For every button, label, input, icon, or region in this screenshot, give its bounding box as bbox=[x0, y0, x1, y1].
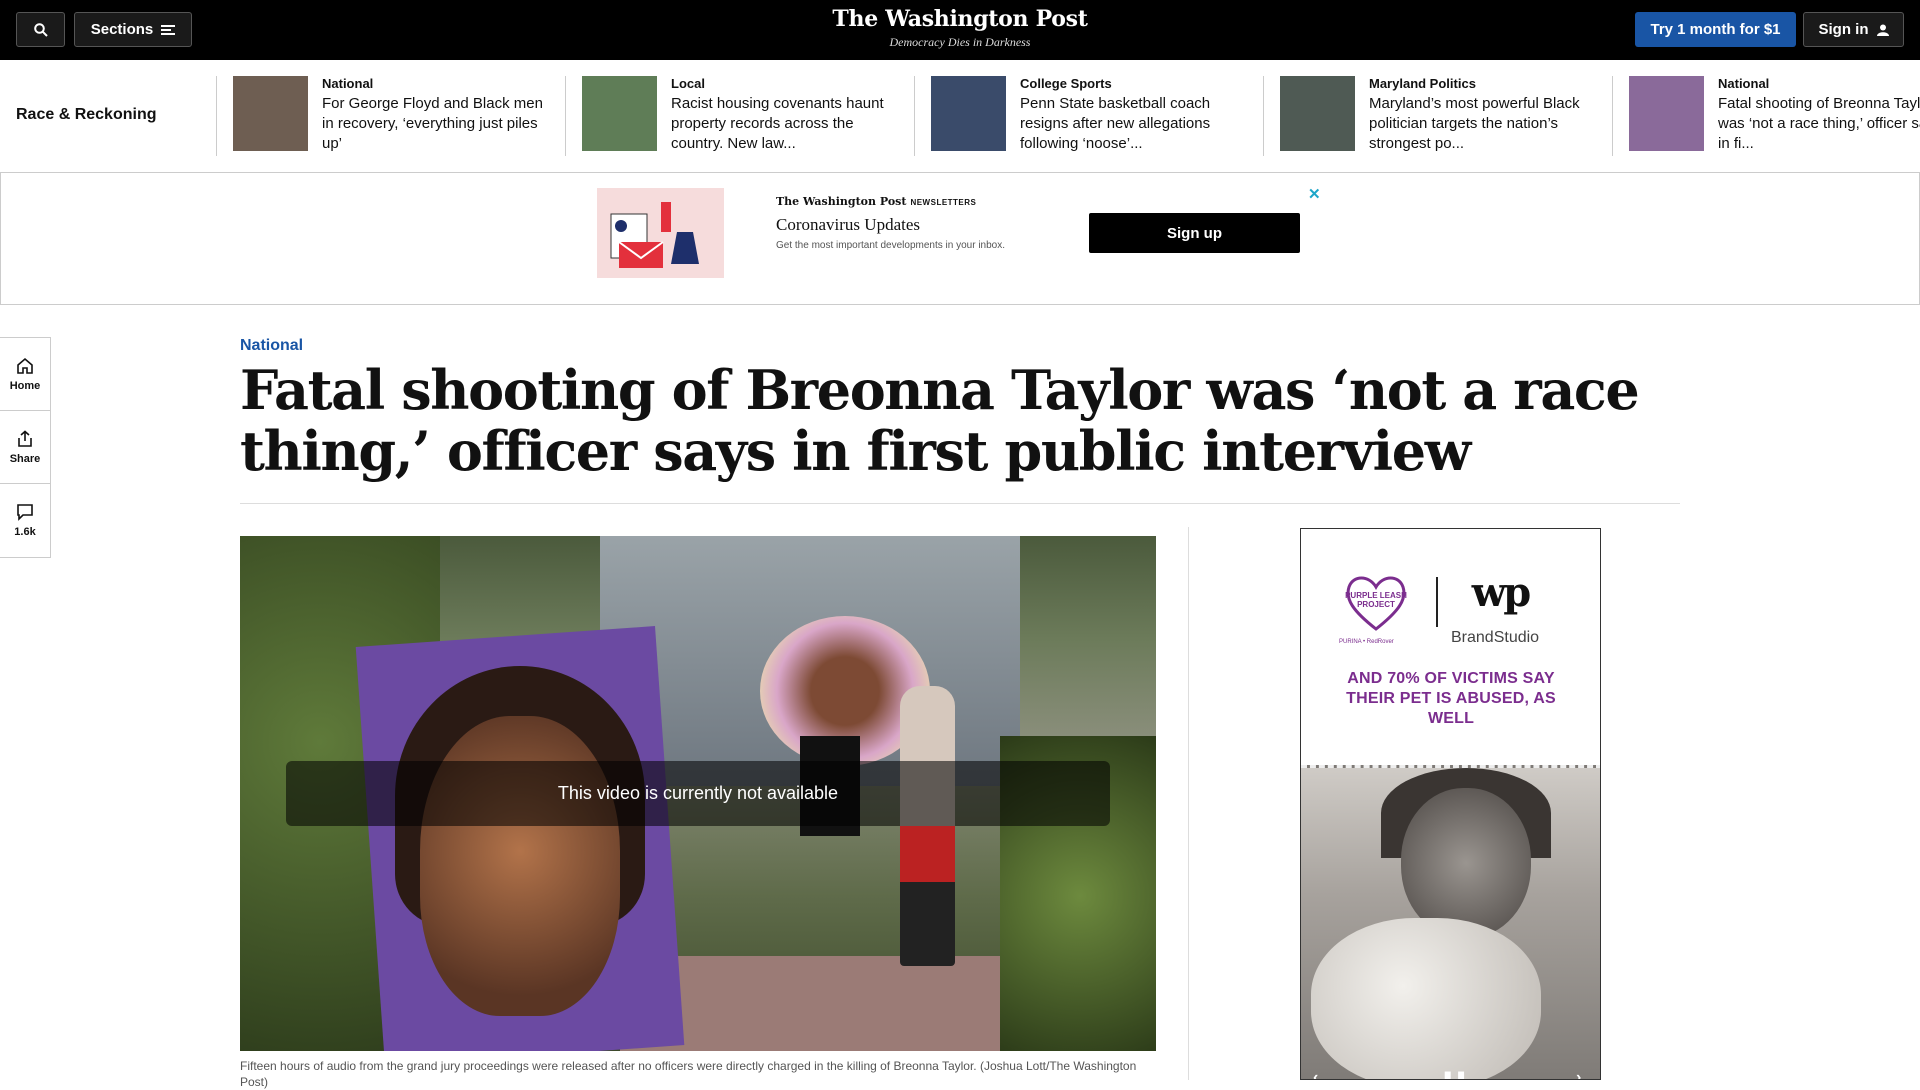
ad-photo-animal bbox=[1311, 918, 1541, 1079]
ad-brand: The Washington Post NEWSLETTERS bbox=[776, 195, 976, 208]
strip-item-headline[interactable]: Penn State basketball coach resigns afte… bbox=[1020, 94, 1255, 154]
sign-in-button[interactable]: Sign in bbox=[1803, 12, 1904, 47]
ad-brand-name: The Washington Post bbox=[776, 195, 907, 208]
ad-subtitle: Get the most important developments in y… bbox=[776, 240, 1006, 251]
strip-item-kicker: Local bbox=[671, 76, 705, 91]
menu-icon bbox=[161, 24, 176, 35]
strip-item[interactable]: National Fatal shooting of Breonna Taylo… bbox=[1612, 76, 1920, 156]
ad-brand-suffix: NEWSLETTERS bbox=[910, 198, 977, 207]
article-headline: Fatal shooting of Breonna Taylor was ‘no… bbox=[240, 358, 1640, 483]
newsletter-ad-banner: The Washington Post NEWSLETTERS Coronavir… bbox=[0, 172, 1920, 305]
left-action-rail: Home Share 1.6k bbox=[0, 337, 51, 558]
sections-button[interactable]: Sections bbox=[74, 12, 192, 47]
home-button[interactable]: Home bbox=[0, 338, 50, 411]
top-header: Sections The Washington Post Democracy D… bbox=[0, 0, 1920, 60]
sign-in-label: Sign in bbox=[1818, 21, 1869, 38]
strip-item[interactable]: Maryland Politics Maryland’s most powerf… bbox=[1263, 76, 1612, 156]
ad-photo bbox=[1301, 765, 1600, 1079]
purple-leash-logo: PURPLE LEASH PROJECT bbox=[1343, 571, 1409, 633]
wp-logo: wp bbox=[1471, 569, 1531, 616]
strip-item-headline[interactable]: Fatal shooting of Breonna Taylor was ‘no… bbox=[1718, 94, 1920, 154]
previous-icon[interactable]: ‹ bbox=[1313, 1069, 1318, 1079]
strip-item[interactable]: College Sports Penn State basketball coa… bbox=[914, 76, 1263, 156]
video-caption: Fifteen hours of audio from the grand ju… bbox=[240, 1059, 1137, 1089]
ad-title: Coronavirus Updates bbox=[776, 215, 921, 234]
sponsored-ad[interactable]: PURPLE LEASH PROJECT PURINA • RedRover w… bbox=[1300, 528, 1601, 1080]
column-divider bbox=[1188, 527, 1189, 1080]
strip-item-headline[interactable]: For George Floyd and Black men in recove… bbox=[322, 94, 557, 154]
share-icon bbox=[18, 429, 32, 447]
strip-title[interactable]: Race & Reckoning bbox=[16, 106, 156, 124]
next-icon[interactable]: › bbox=[1576, 1069, 1581, 1079]
comments-count: 1.6k bbox=[14, 526, 36, 538]
strip-item-kicker: Maryland Politics bbox=[1369, 76, 1476, 91]
close-icon[interactable]: ✕ bbox=[1308, 185, 1321, 203]
strip-thumbnail[interactable] bbox=[1280, 76, 1355, 151]
comment-icon bbox=[17, 504, 33, 521]
share-label: Share bbox=[9, 452, 41, 465]
subscribe-button[interactable]: Try 1 month for $1 bbox=[1635, 12, 1796, 47]
newsletter-signup-button[interactable]: Sign up bbox=[1089, 213, 1300, 253]
sponsor-small-text: PURINA • RedRover bbox=[1339, 639, 1394, 645]
race-reckoning-strip: Race & Reckoning National For George Flo… bbox=[0, 60, 1920, 171]
strip-item-kicker: National bbox=[322, 76, 374, 91]
sections-label: Sections bbox=[90, 21, 154, 38]
ad-photo-person bbox=[1401, 788, 1531, 938]
video-player[interactable]: This video is currently not available bbox=[240, 536, 1156, 1051]
logo-name: The Washington Post bbox=[832, 6, 1088, 32]
wapo-logo[interactable]: The Washington Post Democracy Dies in Da… bbox=[760, 6, 1160, 50]
purple-leash-text: PURPLE LEASH PROJECT bbox=[1345, 591, 1407, 609]
strip-thumbnail[interactable] bbox=[1629, 76, 1704, 151]
newsletter-illustration bbox=[597, 188, 724, 278]
pause-icon[interactable]: ❚❚ bbox=[1441, 1069, 1468, 1079]
strip-thumbnail[interactable] bbox=[931, 76, 1006, 151]
headline-divider bbox=[240, 503, 1680, 504]
strip-item-kicker: College Sports bbox=[1020, 76, 1112, 91]
comments-button[interactable]: 1.6k bbox=[0, 484, 50, 557]
strip-item-kicker: National bbox=[1718, 76, 1770, 91]
video-person bbox=[900, 686, 955, 966]
share-button[interactable]: Share bbox=[0, 411, 50, 484]
ad-message: AND 70% OF VICTIMS SAY THEIR PET IS ABUS… bbox=[1346, 670, 1556, 727]
strip-item[interactable]: National For George Floyd and Black men … bbox=[216, 76, 565, 156]
home-icon bbox=[17, 357, 33, 374]
search-icon bbox=[33, 22, 48, 37]
strip-item[interactable]: Local Racist housing covenants haunt pro… bbox=[565, 76, 914, 156]
article-kicker[interactable]: National bbox=[240, 337, 303, 355]
logo-divider bbox=[1436, 577, 1438, 627]
strip-item-headline[interactable]: Maryland’s most powerful Black politicia… bbox=[1369, 94, 1604, 154]
strip-thumbnail[interactable] bbox=[582, 76, 657, 151]
video-unavailable-message: This video is currently not available bbox=[286, 761, 1110, 826]
strip-item-headline[interactable]: Racist housing covenants haunt property … bbox=[671, 94, 906, 154]
logo-tagline: Democracy Dies in Darkness bbox=[889, 35, 1031, 49]
user-icon bbox=[1876, 24, 1889, 36]
search-button[interactable] bbox=[16, 12, 65, 47]
home-label: Home bbox=[9, 379, 41, 392]
strip-thumbnail[interactable] bbox=[233, 76, 308, 151]
brandstudio-label: BrandStudio bbox=[1451, 629, 1540, 646]
